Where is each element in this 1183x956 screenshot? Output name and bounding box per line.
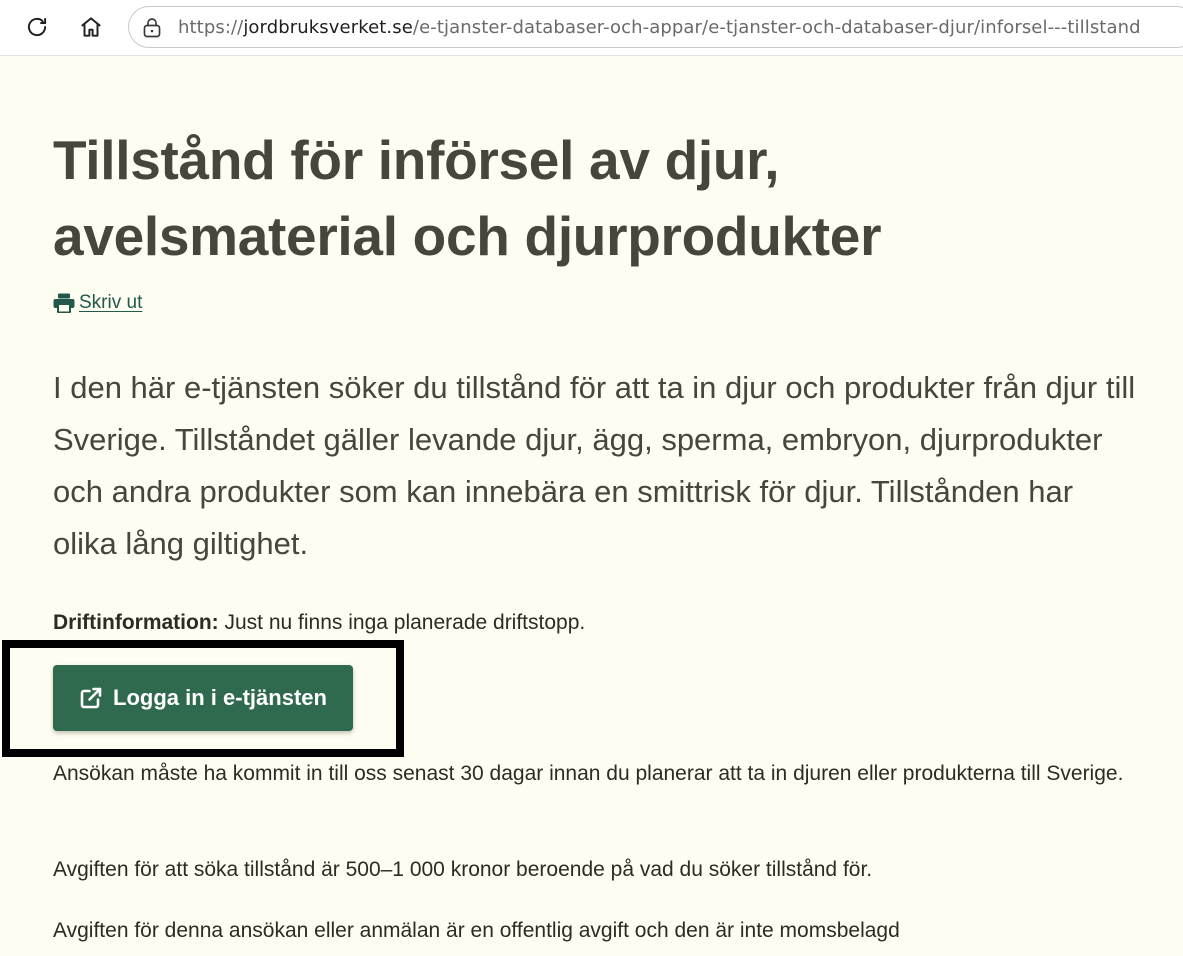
home-icon [81, 17, 101, 37]
url-domain: jordbruksverket.se [243, 17, 413, 38]
print-label: Skriv ut [79, 292, 143, 313]
reload-icon [27, 17, 47, 37]
url-path: /e-tjanster-databaser-och-appar/e-tjanst… [412, 17, 1141, 38]
url-prefix: https:// [178, 17, 244, 38]
address-bar[interactable]: https://jordbruksverket.se/e-tjanster-da… [128, 6, 1183, 48]
login-button[interactable]: Logga in i e-tjänsten [53, 665, 353, 731]
reload-button[interactable] [20, 10, 54, 44]
paragraph-fee-vat: Avgiften för denna ansökan eller anmälan… [53, 919, 900, 942]
print-link[interactable]: Skriv ut [53, 292, 142, 314]
paragraph-deadline: Ansökan måste ha kommit in till oss sena… [53, 762, 1124, 785]
page-title: Tillstånd för införsel av djur, avelsmat… [53, 129, 882, 267]
home-button[interactable] [74, 10, 108, 44]
printer-icon [53, 293, 75, 313]
external-link-icon [80, 687, 102, 709]
lock-icon[interactable] [142, 17, 162, 43]
login-button-label: Logga in i e-tjänsten [113, 685, 327, 710]
url-text: https://jordbruksverket.se/e-tjanster-da… [178, 17, 1141, 39]
drift-information: Driftinformation: Just nu finns inga pla… [53, 609, 585, 637]
drift-label: Driftinformation: [53, 611, 219, 634]
lead-paragraph: I den här e-tjänsten söker du tillstånd … [53, 370, 1136, 561]
drift-text: Just nu finns inga planerade driftstopp. [218, 611, 586, 634]
paragraph-fee: Avgiften för att söka tillstånd är 500–1… [53, 858, 873, 881]
browser-toolbar: https://jordbruksverket.se/e-tjanster-da… [0, 0, 1183, 56]
